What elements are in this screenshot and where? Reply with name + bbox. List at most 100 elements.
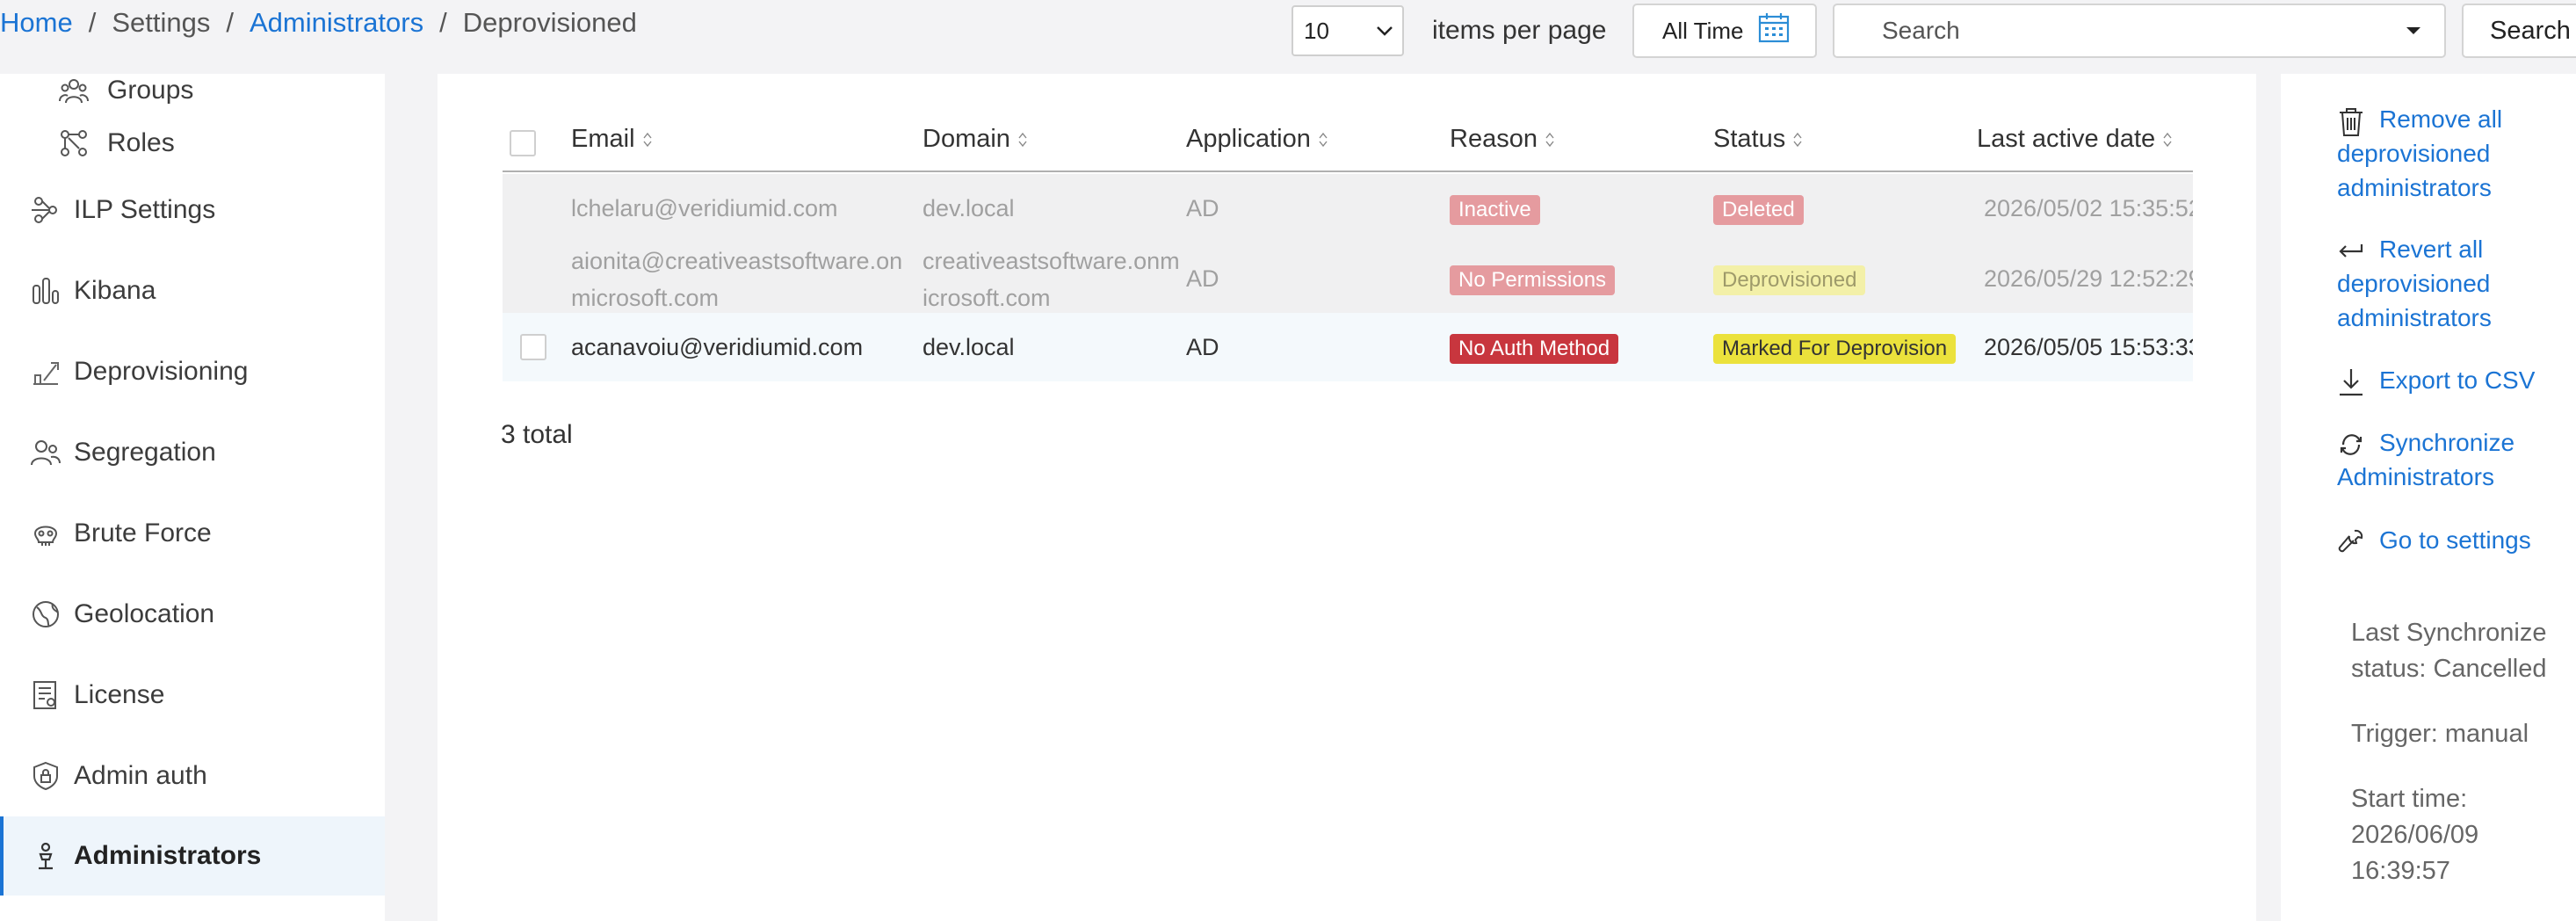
time-filter-button[interactable]: All Time [1632,4,1817,58]
sidebar-item-label: Segregation [74,438,216,467]
column-header-application[interactable]: Application [1186,125,1328,154]
download-icon [2337,366,2365,398]
cell-domain: dev.local [923,195,1015,221]
kibana-icon [26,272,65,310]
table-row[interactable]: lchelaru@veridiumid.com dev.local AD Ina… [503,174,2193,243]
sidebar-item-label: Administrators [74,841,262,870]
column-header-reason[interactable]: Reason [1450,125,1555,154]
breadcrumb-home-link[interactable]: Home [0,7,73,38]
column-header-label: Email [571,125,635,153]
cell-domain: creativeastsoftware.onmicrosoft.com [923,248,1180,311]
sidebar-item-label: Deprovisioning [74,357,249,386]
column-header-domain[interactable]: Domain [923,125,1028,154]
time-filter-label: All Time [1662,17,1744,44]
sidebar-item-segregation[interactable]: Segregation [0,413,385,492]
table-row[interactable]: acanavoiu@veridiumid.com dev.local AD No… [503,313,2193,381]
sidebar-item-geolocation[interactable]: Geolocation [0,575,385,654]
search-button[interactable]: Search [2462,4,2576,58]
sidebar-item-label: ILP Settings [74,195,216,224]
search-input[interactable]: Search [1833,4,2446,58]
table-header: Email Domain Application Reason Status L… [503,109,2193,172]
row-checkbox[interactable] [520,334,546,360]
column-header-last-active-date[interactable]: Last active date [1977,125,2173,154]
reason-badge: Inactive [1450,195,1540,225]
column-header-status[interactable]: Status [1713,125,1803,154]
sort-icon [642,131,653,149]
ilp-settings-icon [26,191,65,229]
export-csv-label: Export to CSV [2379,366,2536,394]
license-icon [26,676,65,714]
go-to-settings-button[interactable]: Go to settings [2337,523,2565,557]
sidebar-item-label: License [74,680,165,709]
synchronize-button[interactable]: Synchronize Administrators [2337,425,2565,494]
cell-last-active: 2026/05/02 15:35:52 [1984,195,2193,221]
sort-icon [2162,131,2173,149]
cell-email: acanavoiu@veridiumid.com [571,334,864,360]
revert-all-button[interactable]: Revert all deprovisioned administrators [2337,232,2565,335]
column-header-label: Application [1186,125,1311,153]
administrator-icon [26,837,65,875]
sort-icon [1545,131,1555,149]
select-all-checkbox[interactable] [510,130,536,156]
remove-all-button[interactable]: Remove all deprovisioned administrators [2337,102,2565,205]
sidebar-item-ilp-settings[interactable]: ILP Settings [0,170,385,250]
caret-down-icon[interactable] [2383,26,2444,35]
sort-icon [1017,131,1028,149]
column-header-email[interactable]: Email [571,125,653,154]
sidebar-item-label: Groups [107,76,194,105]
column-header-label: Domain [923,125,1010,153]
sidebar-item-license[interactable]: License [0,656,385,735]
items-per-page-label: items per page [1432,16,1607,45]
cell-domain: dev.local [923,334,1015,360]
sidebar-item-label: Admin auth [74,761,207,790]
sidebar-item-brute-force[interactable]: Brute Force [0,494,385,573]
sync-start-time: Start time: 2026/06/09 16:39:57 [2351,785,2479,885]
sync-icon [2337,429,2365,460]
items-per-page-value: 10 [1304,17,1329,44]
status-badge: Marked For Deprovision [1713,334,1957,364]
groups-icon [54,71,93,110]
sidebar-item-admin-auth[interactable]: Admin auth [0,736,385,816]
chevron-down-icon [1367,25,1402,36]
cell-last-active: 2026/05/05 15:53:33 [1984,334,2193,360]
sidebar-item-label: Roles [107,128,175,157]
reason-badge: No Auth Method [1450,334,1619,364]
sidebar-item-label: Kibana [74,276,156,305]
breadcrumb-administrators-link[interactable]: Administrators [250,7,423,38]
trash-icon [2337,105,2365,137]
calendar-icon [1757,11,1791,51]
sidebar-item-administrators[interactable]: Administrators [0,816,385,896]
go-to-settings-label: Go to settings [2379,526,2531,554]
sidebar-item-kibana[interactable]: Kibana [0,251,385,330]
sidebar-item-groups[interactable]: Groups [0,64,385,117]
total-count: 3 total [501,420,573,449]
globe-icon [26,595,65,634]
table-row[interactable]: aionita@creativeastsoftware.onmicrosoft.… [503,243,2193,313]
breadcrumb-current: Deprovisioned [462,7,637,38]
reason-badge: No Permissions [1450,265,1616,295]
last-sync-status: Last Synchronize status: Cancelled [2351,619,2547,683]
roles-icon [54,124,93,163]
column-header-label: Reason [1450,125,1538,153]
revert-all-label: Revert all deprovisioned administrators [2337,236,2492,331]
sidebar-item-label: Geolocation [74,599,215,628]
breadcrumb-separator: / [226,7,234,38]
breadcrumb-separator: / [88,7,97,38]
sidebar-item-deprovisioning[interactable]: Deprovisioning [0,332,385,411]
sort-icon [1792,131,1803,149]
column-header-label: Status [1713,125,1786,153]
status-badge: Deleted [1713,195,1804,225]
cell-last-active: 2026/05/29 12:52:29 [1984,265,2193,292]
items-per-page-select[interactable]: 10 [1292,5,1404,56]
sort-icon [1318,131,1328,149]
sidebar-item-label: Brute Force [74,519,212,548]
return-arrow-icon [2337,236,2365,267]
breadcrumb-settings: Settings [112,7,211,38]
export-csv-button[interactable]: Export to CSV [2337,363,2565,397]
sidebar-item-roles[interactable]: Roles [0,117,385,170]
wrench-icon [2337,526,2365,558]
segregation-icon [26,433,65,472]
cell-application: AD [1186,195,1219,221]
cell-email: aionita@creativeastsoftware.onmicrosoft.… [571,248,903,311]
deprovisioning-icon [26,352,65,391]
